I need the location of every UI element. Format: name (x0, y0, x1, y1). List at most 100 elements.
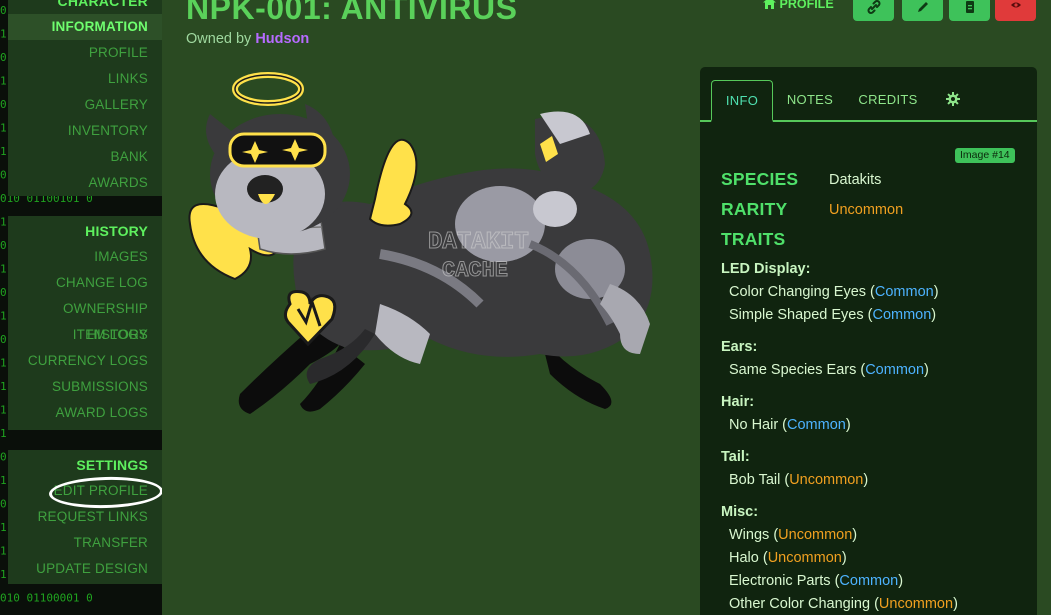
watermark-top: DATAKIT (428, 229, 529, 256)
delete-button[interactable] (995, 0, 1036, 21)
settings-heading: SETTINGS (76, 457, 148, 473)
edit-icon (917, 1, 928, 12)
species-label: SPECIES (721, 169, 799, 189)
sidebar: 01101010110010 01100101 010101011110 011… (0, 0, 162, 615)
matrix-row: 0 (0, 169, 7, 182)
trait-item: Electronic Parts (Common) (729, 573, 904, 589)
page-title: NPK-001: ANTIVIRUS (186, 0, 518, 26)
trait-name[interactable]: Wings (729, 527, 769, 543)
matrix-row: 0 (0, 498, 7, 511)
matrix-row: 0 (0, 239, 7, 252)
sidebar-item-profile[interactable]: PROFILE (8, 40, 162, 66)
info-tabs: INFO NOTES CREDITS (700, 67, 1037, 122)
matrix-row: 1 (0, 28, 7, 41)
trait-item: Halo (Uncommon) (729, 550, 847, 566)
matrix-row: 1 (0, 75, 7, 88)
link-button[interactable] (853, 0, 894, 21)
trait-name[interactable]: No Hair (729, 417, 778, 433)
sidebar-item-change-log[interactable]: CHANGE LOG (8, 270, 162, 296)
sidebar-item-award-logs[interactable]: AWARD LOGS (8, 400, 162, 426)
tab-info[interactable]: INFO (711, 80, 773, 122)
trait-rarity[interactable]: Common (839, 573, 898, 589)
sidebar-item-request-links[interactable]: REQUEST LINKS (8, 504, 162, 530)
profile-link-label: PROFILE (779, 0, 834, 11)
sidebar-item-currency-logs[interactable]: CURRENCY LOGS (8, 348, 162, 374)
trait-name[interactable]: Same Species Ears (729, 362, 856, 378)
sidebar-item-item-logs[interactable]: ITEM LOGS (8, 322, 162, 348)
sidebar-item-inventory[interactable]: INVENTORY (8, 118, 162, 144)
owner-line: Owned by Hudson (186, 31, 309, 47)
rarity-value: Uncommon (829, 202, 904, 218)
trait-name[interactable]: Bob Tail (729, 472, 780, 488)
matrix-row: 1 (0, 545, 7, 558)
sidebar-item-ownership-history[interactable]: OWNERSHIP HISTORY (8, 296, 162, 342)
trait-item: Color Changing Eyes (Common) (729, 284, 939, 300)
trait-item: Bob Tail (Uncommon) (729, 472, 869, 488)
owned-by-label: Owned by (186, 31, 256, 47)
trait-item: Other Color Changing (Uncommon) (729, 596, 958, 612)
trait-name[interactable]: Other Color Changing (729, 596, 870, 612)
trait-item: Same Species Ears (Common) (729, 362, 929, 378)
gear-icon (946, 92, 960, 106)
link-icon (867, 0, 880, 14)
trait-category-hair: Hair: (721, 394, 755, 410)
trait-rarity[interactable]: Common (865, 362, 924, 378)
profile-link[interactable]: PROFILE (763, 0, 834, 11)
trait-category-tail: Tail: (721, 449, 750, 465)
trait-item: Wings (Uncommon) (729, 527, 858, 543)
sidebar-item-update-design[interactable]: UPDATE DESIGN (8, 556, 162, 582)
sidebar-item-edit-profile[interactable]: EDIT PROFILE (8, 478, 162, 504)
trait-rarity[interactable]: Common (872, 307, 931, 323)
trait-rarity[interactable]: Uncommon (879, 596, 953, 612)
matrix-row: 0 (0, 451, 7, 464)
species-value[interactable]: Datakits (829, 172, 881, 188)
trait-rarity[interactable]: Common (787, 417, 846, 433)
matrix-row: 1 (0, 145, 7, 158)
sidebar-item-images[interactable]: IMAGES (8, 244, 162, 270)
sidebar-item-information[interactable]: INFORMATION (8, 14, 162, 40)
matrix-row: 1 (0, 568, 7, 581)
delete-icon (1010, 2, 1021, 7)
image-number-badge: Image #14 (955, 148, 1015, 163)
history-nav: HISTORY IMAGES CHANGE LOG OWNERSHIP HISTOR… (8, 216, 162, 430)
sidebar-item-bank[interactable]: BANK (8, 144, 162, 170)
character-artwork: DATAKIT CACHE (188, 72, 653, 414)
traits-label: TRAITS (721, 229, 786, 249)
matrix-row: 1 (0, 357, 7, 370)
trait-name[interactable]: Electronic Parts (729, 573, 831, 589)
document-icon (965, 0, 974, 13)
trait-rarity[interactable]: Uncommon (768, 550, 842, 566)
trait-rarity[interactable]: Uncommon (778, 527, 852, 543)
trait-category-misc: Misc: (721, 504, 759, 520)
sidebar-item-submissions[interactable]: SUBMISSIONS (8, 374, 162, 400)
trait-item: Simple Shaped Eyes (Common) (729, 307, 937, 323)
settings-nav: SETTINGS EDIT PROFILE REQUEST LINKS TRANSF… (8, 450, 162, 584)
trait-name[interactable]: Halo (729, 550, 759, 566)
trait-rarity[interactable]: Common (875, 284, 934, 300)
matrix-row: 0 (0, 51, 7, 64)
edit-button[interactable] (902, 0, 943, 21)
tab-notes[interactable]: NOTES (778, 80, 842, 122)
matrix-row: 1 (0, 122, 7, 135)
document-button[interactable] (949, 0, 990, 21)
character-heading: CHARACTER (57, 0, 148, 9)
sidebar-item-gallery[interactable]: GALLERY (8, 92, 162, 118)
home-icon (763, 0, 776, 9)
history-heading: HISTORY (85, 223, 148, 239)
trait-category-led-display: LED Display: (721, 261, 811, 277)
rarity-label: RARITY (721, 199, 788, 219)
sidebar-item-awards[interactable]: AWARDS (8, 170, 162, 196)
sidebar-item-transfer[interactable]: TRANSFER (8, 530, 162, 556)
trait-rarity[interactable]: Uncommon (789, 472, 863, 488)
watermark-bottom: CACHE (442, 258, 508, 283)
tab-credits[interactable]: CREDITS (853, 80, 923, 122)
sidebar-item-links[interactable]: LINKS (8, 66, 162, 92)
tab-settings[interactable] (938, 80, 968, 122)
trait-name[interactable]: Color Changing Eyes (729, 284, 866, 300)
owner-link[interactable]: Hudson (255, 31, 309, 47)
character-nav: CHARACTER INFORMATION PROFILE LINKS GALLERY… (8, 0, 162, 196)
trait-category-ears: Ears: (721, 339, 758, 355)
matrix-row: 1 (0, 380, 7, 393)
trait-name[interactable]: Simple Shaped Eyes (729, 307, 864, 323)
matrix-row: 010 01100001 0 (0, 592, 93, 605)
